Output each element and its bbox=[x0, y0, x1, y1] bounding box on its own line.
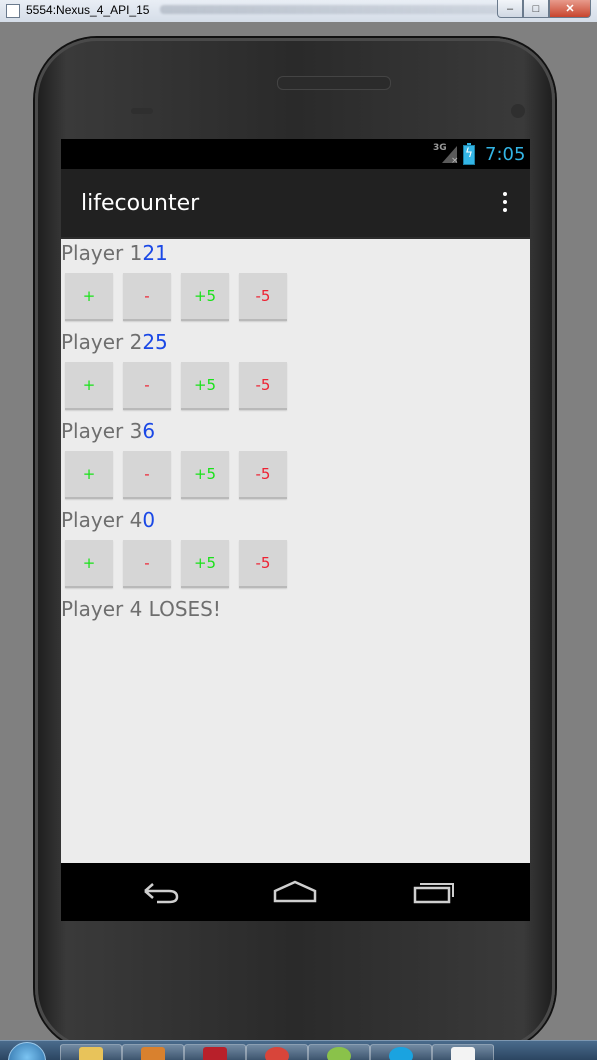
taskbar-explorer[interactable] bbox=[60, 1044, 122, 1060]
start-button[interactable] bbox=[8, 1042, 46, 1060]
taskbar-skype[interactable] bbox=[370, 1044, 432, 1060]
minus-one-button[interactable]: - bbox=[123, 362, 171, 410]
recents-icon[interactable] bbox=[411, 879, 457, 905]
app-title: lifecounter bbox=[81, 191, 200, 216]
player-1-row: Player 121 bbox=[61, 241, 168, 265]
player-label: Player 4 bbox=[61, 508, 143, 532]
player-3-buttons: + - +5 -5 bbox=[65, 451, 287, 499]
emulator-window-icon bbox=[6, 4, 20, 18]
player-life: 0 bbox=[142, 508, 156, 532]
plus-one-button[interactable]: + bbox=[65, 362, 113, 410]
life-counter-content: Player 121 + - +5 -5 Player 225 + - +5 -… bbox=[61, 239, 530, 863]
overflow-menu-icon[interactable] bbox=[501, 192, 509, 216]
maximize-button[interactable]: □ bbox=[523, 0, 549, 18]
emulator-title-bar[interactable]: 5554:Nexus_4_API_15 – □ ✕ bbox=[0, 0, 597, 23]
player-life: 6 bbox=[142, 419, 156, 443]
minus-one-button[interactable]: - bbox=[123, 540, 171, 588]
taskbar-media[interactable] bbox=[122, 1044, 184, 1060]
plus-one-button[interactable]: + bbox=[65, 451, 113, 499]
player-life: 21 bbox=[142, 241, 168, 265]
navigation-bar bbox=[61, 863, 530, 921]
player-label: Player 2 bbox=[61, 330, 143, 354]
minus-five-button[interactable]: -5 bbox=[239, 451, 287, 499]
back-icon[interactable] bbox=[137, 879, 181, 905]
plus-one-button[interactable]: + bbox=[65, 273, 113, 321]
home-icon[interactable] bbox=[271, 879, 319, 905]
player-3-row: Player 36 bbox=[61, 419, 155, 443]
no-data-icon: × bbox=[451, 156, 459, 166]
taskbar-app[interactable] bbox=[184, 1044, 246, 1060]
front-camera bbox=[511, 104, 525, 118]
charging-icon: ϟ bbox=[465, 146, 473, 160]
status-bar: 3G × ϟ 7:05 bbox=[61, 139, 530, 169]
window-title: 5554:Nexus_4_API_15 bbox=[26, 3, 150, 17]
plus-five-button[interactable]: +5 bbox=[181, 540, 229, 588]
light-sensor bbox=[131, 108, 153, 114]
player-2-buttons: + - +5 -5 bbox=[65, 362, 287, 410]
minus-five-button[interactable]: -5 bbox=[239, 273, 287, 321]
player-2-row: Player 225 bbox=[61, 330, 168, 354]
plus-one-button[interactable]: + bbox=[65, 540, 113, 588]
earpiece-speaker bbox=[277, 76, 391, 90]
player-1-buttons: + - +5 -5 bbox=[65, 273, 287, 321]
minus-five-button[interactable]: -5 bbox=[239, 362, 287, 410]
player-4-buttons: + - +5 -5 bbox=[65, 540, 287, 588]
taskbar-chrome[interactable] bbox=[246, 1044, 308, 1060]
player-life: 25 bbox=[142, 330, 168, 354]
taskbar-window[interactable] bbox=[432, 1044, 494, 1060]
os-taskbar bbox=[0, 1040, 597, 1060]
plus-five-button[interactable]: +5 bbox=[181, 362, 229, 410]
minus-one-button[interactable]: - bbox=[123, 451, 171, 499]
status-clock: 7:05 bbox=[485, 144, 526, 165]
player-4-row: Player 40 bbox=[61, 508, 155, 532]
close-button[interactable]: ✕ bbox=[549, 0, 591, 18]
action-bar: lifecounter bbox=[61, 169, 530, 239]
game-status-message: Player 4 LOSES! bbox=[61, 597, 221, 621]
player-label: Player 3 bbox=[61, 419, 143, 443]
player-label: Player 1 bbox=[61, 241, 143, 265]
minimize-button[interactable]: – bbox=[497, 0, 523, 18]
phone-screen: 3G × ϟ 7:05 lifecounter Player 121 + - +… bbox=[61, 139, 530, 921]
plus-five-button[interactable]: +5 bbox=[181, 273, 229, 321]
minus-one-button[interactable]: - bbox=[123, 273, 171, 321]
minus-five-button[interactable]: -5 bbox=[239, 540, 287, 588]
plus-five-button[interactable]: +5 bbox=[181, 451, 229, 499]
taskbar-android[interactable] bbox=[308, 1044, 370, 1060]
